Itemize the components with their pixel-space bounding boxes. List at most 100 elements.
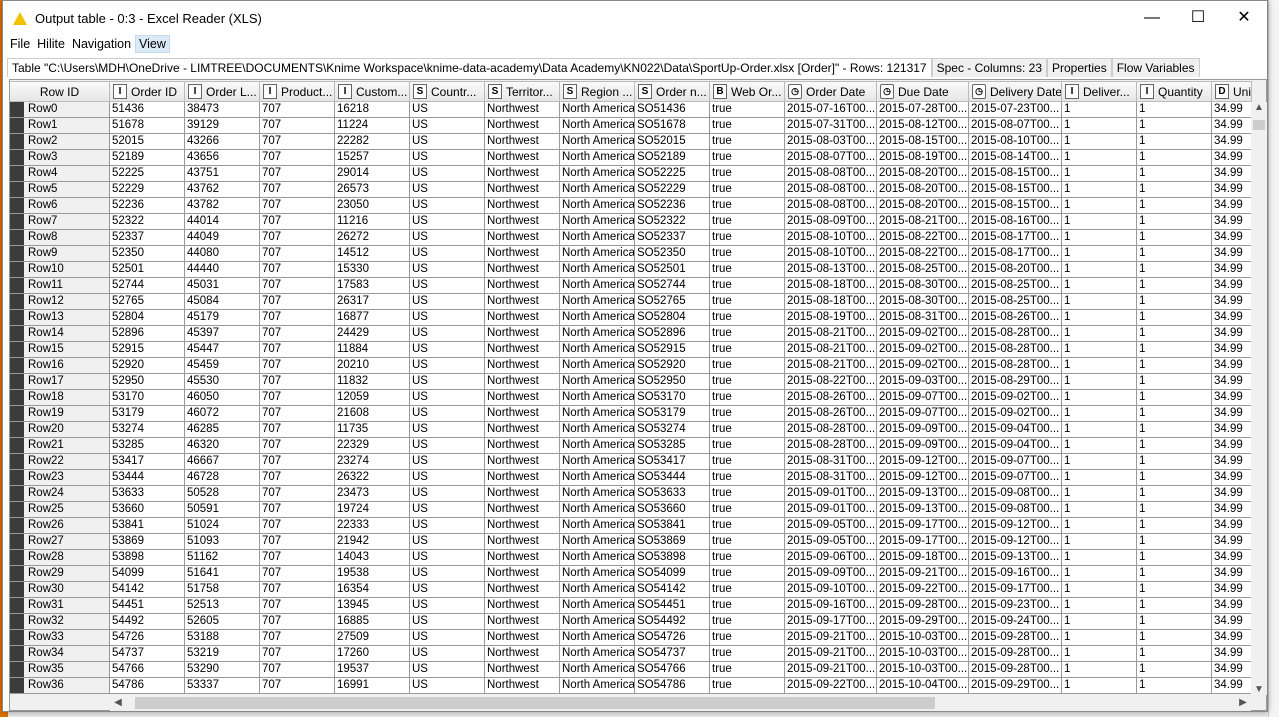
table-cell: 707	[260, 198, 335, 214]
table-cell: Northwest	[485, 310, 560, 326]
tab-flow-variables[interactable]: Flow Variables	[1111, 58, 1200, 77]
table-row[interactable]: Row31 54451 52513 707 13945 US Northwest North …	[10, 598, 1252, 614]
table-cell: US	[410, 454, 485, 470]
table-row[interactable]: Row33 54726 53188 707 27509 US Northwest North …	[10, 630, 1252, 646]
table-cell: Northwest	[485, 134, 560, 150]
table-row[interactable]: Row17 52950 45530 707 11832 US Northwest North …	[10, 374, 1252, 390]
table-cell: 707	[260, 454, 335, 470]
table-row[interactable]: Row12 52765 45084 707 26317 US Northwest North …	[10, 294, 1252, 310]
table-cell: 2015-09-09T00...	[785, 566, 877, 582]
scroll-left-icon[interactable]: ◀	[110, 697, 126, 708]
table-row[interactable]: Row15 52915 45447 707 11884 US Northwest North …	[10, 342, 1252, 358]
table-row[interactable]: Row7 52322 44014 707 11216 US Northwest North A…	[10, 214, 1252, 230]
table-row[interactable]: Row21 53285 46320 707 22329 US Northwest North …	[10, 438, 1252, 454]
column-header[interactable]: I Custom...	[335, 81, 410, 102]
scroll-down-icon[interactable]: ▼	[1251, 684, 1267, 695]
tab-table[interactable]: Table "C:\Users\MDH\OneDrive - LIMTREE\D…	[7, 58, 932, 77]
column-header[interactable]: S Region ...	[560, 81, 635, 102]
column-header[interactable]: S Countr...	[410, 81, 485, 102]
scroll-thumb[interactable]	[135, 697, 935, 709]
table-row[interactable]: Row11 52744 45031 707 17583 US Northwest North …	[10, 278, 1252, 294]
table-cell: 54099	[110, 566, 185, 582]
column-header[interactable]: I Order ID	[110, 81, 185, 102]
column-header[interactable]: I Deliver...	[1062, 81, 1137, 102]
vertical-scrollbar[interactable]: ▲ ▼	[1251, 102, 1267, 695]
table-row[interactable]: Row34 54737 53219 707 17260 US Northwest North …	[10, 646, 1252, 662]
table-cell: North America	[560, 214, 635, 230]
table-row[interactable]: Row6 52236 43782 707 23050 US Northwest North A…	[10, 198, 1252, 214]
table-row[interactable]: Row24 53633 50528 707 23473 US Northwest North …	[10, 486, 1252, 502]
table-cell: 707	[260, 614, 335, 630]
column-header[interactable]: ◷ Delivery Date	[969, 81, 1062, 102]
horizontal-scrollbar[interactable]: ◀ ▶	[110, 695, 1251, 711]
column-header[interactable]: D Unit	[1212, 81, 1252, 102]
column-header[interactable]: I Product...	[260, 81, 335, 102]
column-type-icon: S	[488, 84, 502, 99]
tab-spec[interactable]: Spec - Columns: 23	[931, 58, 1047, 77]
table-cell: 2015-08-08T00...	[785, 198, 877, 214]
table-cell: 1	[1137, 374, 1212, 390]
table-row[interactable]: Row26 53841 51024 707 22333 US Northwest North …	[10, 518, 1252, 534]
menu-file[interactable]: File	[7, 36, 33, 52]
row-id: Row0	[28, 103, 58, 115]
table-cell: 51024	[185, 518, 260, 534]
column-header[interactable]: I Order L...	[185, 81, 260, 102]
table-row[interactable]: Row22 53417 46667 707 23274 US Northwest North …	[10, 454, 1252, 470]
column-header[interactable]: Row ID	[10, 81, 110, 102]
table-row[interactable]: Row10 52501 44440 707 15330 US Northwest North …	[10, 262, 1252, 278]
tab-properties[interactable]: Properties	[1047, 58, 1112, 77]
table-cell: 2015-08-18T00...	[785, 278, 877, 294]
table-row[interactable]: Row1 51678 39129 707 11224 US Northwest North A…	[10, 118, 1252, 134]
table-row[interactable]: Row19 53179 46072 707 21608 US Northwest North …	[10, 406, 1252, 422]
table-row[interactable]: Row20 53274 46285 707 11735 US Northwest North …	[10, 422, 1252, 438]
table-row[interactable]: Row35 54766 53290 707 19537 US Northwest North …	[10, 662, 1252, 678]
table-row[interactable]: Row30 54142 51758 707 16354 US Northwest North …	[10, 582, 1252, 598]
table-body: Row0 51436 38473 707 16218 US Northwest North A…	[10, 102, 1252, 694]
table-cell: 52501	[110, 262, 185, 278]
column-header[interactable]: S Order n...	[635, 81, 710, 102]
table-cell: 34.99	[1212, 646, 1252, 662]
column-header[interactable]: ◷ Order Date	[785, 81, 877, 102]
scroll-thumb[interactable]	[1253, 120, 1265, 130]
table-cell: Northwest	[485, 438, 560, 454]
table-row[interactable]: Row27 53869 51093 707 21942 US Northwest North …	[10, 534, 1252, 550]
menu-navigation[interactable]: Navigation	[69, 36, 134, 52]
column-header[interactable]: ◷ Due Date	[877, 81, 969, 102]
menu-view[interactable]: View	[135, 35, 170, 53]
table-row[interactable]: Row36 54786 53337 707 16991 US Northwest North …	[10, 678, 1252, 694]
table-row[interactable]: Row4 52225 43751 707 29014 US Northwest North A…	[10, 166, 1252, 182]
table-row[interactable]: Row16 52920 45459 707 20210 US Northwest North …	[10, 358, 1252, 374]
column-header[interactable]: I Quantity	[1137, 81, 1212, 102]
table-row[interactable]: Row13 52804 45179 707 16877 US Northwest North …	[10, 310, 1252, 326]
column-header[interactable]: S Territor...	[485, 81, 560, 102]
table-row[interactable]: Row32 54492 52605 707 16885 US Northwest North …	[10, 614, 1252, 630]
table-cell: North America	[560, 518, 635, 534]
menu-hilite[interactable]: Hilite	[34, 36, 68, 52]
table-row[interactable]: Row28 53898 51162 707 14043 US Northwest North …	[10, 550, 1252, 566]
table-row[interactable]: Row0 51436 38473 707 16218 US Northwest North A…	[10, 102, 1252, 118]
table-cell: 17583	[335, 278, 410, 294]
column-label: Delivery Date	[990, 84, 1062, 99]
table-row[interactable]: Row18 53170 46050 707 12059 US Northwest North …	[10, 390, 1252, 406]
table-cell: 1	[1137, 422, 1212, 438]
table-row[interactable]: Row14 52896 45397 707 24429 US Northwest North …	[10, 326, 1252, 342]
table-row[interactable]: Row2 52015 43266 707 22282 US Northwest North A…	[10, 134, 1252, 150]
table-row[interactable]: Row5 52229 43762 707 26573 US Northwest North A…	[10, 182, 1252, 198]
table-row[interactable]: Row25 53660 50591 707 19724 US Northwest North …	[10, 502, 1252, 518]
table-row[interactable]: Row23 53444 46728 707 26322 US Northwest North …	[10, 470, 1252, 486]
table-cell: US	[410, 246, 485, 262]
table-row[interactable]: Row8 52337 44049 707 26272 US Northwest North A…	[10, 230, 1252, 246]
window-title: Output table - 0:3 - Excel Reader (XLS)	[35, 10, 262, 26]
column-header[interactable]: B Web Or...	[710, 81, 785, 102]
minimize-button[interactable]: —	[1129, 1, 1175, 35]
maximize-button[interactable]: ☐	[1175, 1, 1221, 35]
table-row[interactable]: Row9 52350 44080 707 14512 US Northwest North A…	[10, 246, 1252, 262]
scroll-up-icon[interactable]: ▲	[1251, 102, 1267, 113]
scroll-right-icon[interactable]: ▶	[1235, 697, 1251, 708]
close-button[interactable]: ✕	[1221, 1, 1267, 35]
table-row[interactable]: Row3 52189 43656 707 15257 US Northwest North A…	[10, 150, 1252, 166]
table-row[interactable]: Row29 54099 51641 707 19538 US Northwest North …	[10, 566, 1252, 582]
row-id: Row29	[28, 567, 64, 579]
row-marker	[10, 582, 24, 597]
table-cell: Northwest	[485, 502, 560, 518]
